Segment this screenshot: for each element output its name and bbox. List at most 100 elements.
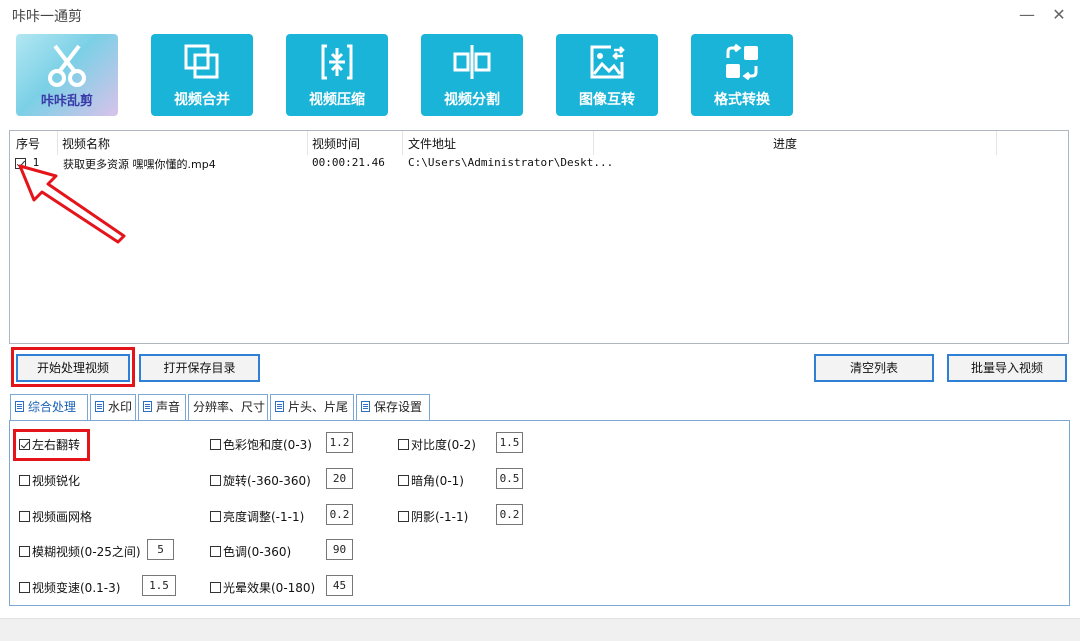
checkbox[interactable] [19, 439, 30, 450]
tab-general[interactable]: 综合处理 [10, 394, 88, 422]
column-divider[interactable] [57, 131, 58, 155]
option-contrast[interactable]: 对比度(0-2) [398, 436, 476, 453]
checkbox[interactable] [398, 439, 409, 450]
compress-video-label: 视频压缩 [309, 92, 365, 108]
checkbox[interactable] [19, 582, 30, 593]
tab-resolution[interactable]: 分辨率、尺寸 [188, 394, 268, 420]
column-divider[interactable] [996, 131, 997, 155]
option-grid[interactable]: 视频画网格 [19, 508, 92, 525]
option-label: 模糊视频(0-25之间) [32, 545, 141, 559]
option-blur[interactable]: 模糊视频(0-25之间) [19, 543, 141, 560]
option-label: 色调(0-360) [223, 545, 292, 559]
saturation-value-input[interactable]: 1.2 [326, 432, 353, 453]
option-rotate[interactable]: 旋转(-360-360) [210, 472, 311, 489]
split-video-label: 视频分割 [444, 92, 500, 108]
column-header-duration[interactable]: 视频时间 [312, 135, 360, 152]
column-header-index[interactable]: 序号 [16, 135, 40, 152]
contrast-value-input[interactable]: 1.5 [496, 432, 523, 453]
open-save-dir-button[interactable]: 打开保存目录 [139, 354, 260, 382]
checkbox[interactable] [210, 439, 221, 450]
option-speed[interactable]: 视频变速(0.1-3) [19, 579, 120, 596]
format-convert-label: 格式转换 [714, 92, 770, 108]
merge-video-label: 视频合并 [174, 92, 230, 108]
minimize-button[interactable]: — [1014, 2, 1040, 28]
document-icon [275, 401, 284, 412]
option-shadow[interactable]: 阴影(-1-1) [398, 508, 468, 525]
hue-value-input[interactable]: 90 [326, 539, 353, 560]
checkbox[interactable] [210, 582, 221, 593]
rotate-value-input[interactable]: 20 [326, 468, 353, 489]
logo-label: 咔咔乱剪 [40, 94, 93, 109]
column-header-progress[interactable]: 进度 [773, 135, 797, 152]
shadow-value-input[interactable]: 0.2 [496, 504, 523, 525]
tab-audio[interactable]: 声音 [138, 394, 186, 420]
split-icon [453, 45, 491, 79]
image-convert-button[interactable]: 图像互转 [556, 34, 658, 116]
option-label: 视频画网格 [32, 510, 93, 524]
split-video-button[interactable]: 视频分割 [421, 34, 523, 116]
logo-tile[interactable]: 咔咔乱剪 [16, 34, 118, 116]
red-arrow-annotation [18, 164, 126, 244]
column-header-path[interactable]: 文件地址 [408, 135, 456, 152]
checkbox[interactable] [210, 546, 221, 557]
option-label: 光晕效果(0-180) [223, 581, 316, 595]
compress-video-button[interactable]: 视频压缩 [286, 34, 388, 116]
format-convert-icon [726, 43, 758, 81]
vignette-value-input[interactable]: 0.5 [496, 468, 523, 489]
tab-watermark[interactable]: 水印 [90, 394, 136, 420]
video-list[interactable]: 序号 视频名称 视频时间 文件地址 进度 1 获取更多资源 嘿嘿你懂的.mp4 … [9, 130, 1069, 344]
option-saturation[interactable]: 色彩饱和度(0-3) [210, 436, 312, 453]
compress-icon [321, 44, 353, 80]
image-convert-icon [590, 45, 625, 79]
tab-label: 声音 [156, 400, 181, 414]
tab-label: 片头、片尾 [288, 400, 349, 414]
merge-icon [184, 44, 219, 79]
row-duration: 00:00:21.46 [312, 156, 385, 169]
batch-import-button[interactable]: 批量导入视频 [947, 354, 1067, 382]
start-processing-button[interactable]: 开始处理视频 [16, 354, 130, 382]
scissors-icon [48, 44, 86, 87]
document-icon [361, 401, 370, 412]
tab-label: 水印 [108, 400, 133, 414]
option-label: 阴影(-1-1) [411, 510, 469, 524]
tab-label: 分辨率、尺寸 [193, 400, 266, 414]
close-button[interactable]: ✕ [1046, 2, 1072, 28]
column-divider[interactable] [307, 131, 308, 155]
checkbox[interactable] [210, 511, 221, 522]
format-convert-button[interactable]: 格式转换 [691, 34, 793, 116]
document-icon [95, 401, 104, 412]
option-label: 亮度调整(-1-1) [223, 510, 305, 524]
option-vignette[interactable]: 暗角(0-1) [398, 472, 464, 489]
checkbox[interactable] [398, 511, 409, 522]
checkbox[interactable] [19, 511, 30, 522]
option-hue[interactable]: 色调(0-360) [210, 543, 291, 560]
checkbox[interactable] [210, 475, 221, 486]
app-title: 咔咔一通剪 [12, 9, 82, 25]
column-divider[interactable] [593, 131, 594, 155]
option-flip-horizontal[interactable]: 左右翻转 [19, 436, 80, 453]
checkbox[interactable] [19, 475, 30, 486]
option-glow[interactable]: 光晕效果(0-180) [210, 579, 315, 596]
row-file-path: C:\Users\Administrator\Deskt... [408, 156, 614, 169]
option-label: 对比度(0-2) [411, 438, 476, 452]
glow-value-input[interactable]: 45 [326, 575, 353, 596]
option-brightness[interactable]: 亮度调整(-1-1) [210, 508, 304, 525]
tab-label: 综合处理 [28, 400, 77, 414]
clear-list-button[interactable]: 清空列表 [814, 354, 934, 382]
checkbox[interactable] [19, 546, 30, 557]
brightness-value-input[interactable]: 0.2 [326, 504, 353, 525]
tab-intro-outro[interactable]: 片头、片尾 [270, 394, 354, 420]
option-label: 视频变速(0.1-3) [32, 581, 121, 595]
option-label: 旋转(-360-360) [223, 474, 311, 488]
column-header-name[interactable]: 视频名称 [62, 135, 110, 152]
blur-value-input[interactable]: 5 [147, 539, 174, 560]
option-label: 视频锐化 [32, 474, 81, 488]
option-label: 左右翻转 [32, 438, 81, 452]
column-divider[interactable] [402, 131, 403, 155]
speed-value-input[interactable]: 1.5 [142, 575, 176, 596]
tab-save-settings[interactable]: 保存设置 [356, 394, 430, 420]
checkbox[interactable] [398, 475, 409, 486]
option-sharpen[interactable]: 视频锐化 [19, 472, 80, 489]
merge-video-button[interactable]: 视频合并 [151, 34, 253, 116]
document-icon [143, 401, 152, 412]
